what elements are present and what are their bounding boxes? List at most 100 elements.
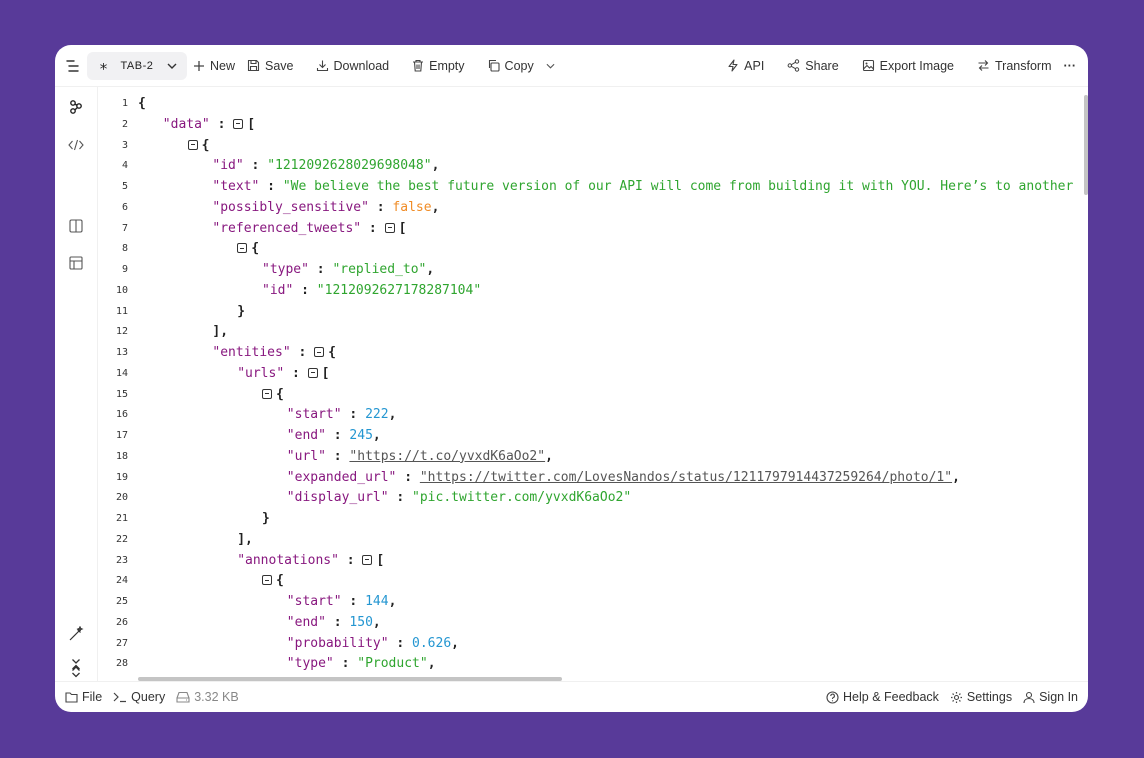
image-icon: [862, 59, 874, 72]
fold-toggle-icon[interactable]: [187, 139, 198, 150]
code-line[interactable]: 22],: [98, 529, 1088, 550]
json-string: "replied_to": [332, 262, 427, 277]
line-number: 9: [121, 264, 128, 275]
json-punctuation: {: [276, 573, 284, 589]
code-content: "type" : "Product",: [287, 653, 436, 674]
format-button[interactable]: [68, 626, 84, 642]
status-bar: File Query 3.32 KB Help & Feedback Setti…: [55, 681, 1088, 712]
code-line[interactable]: 6 "possibly_sensitive" : false,: [98, 197, 1088, 218]
code-content: "text" : "We believe the best future ver…: [212, 176, 1073, 197]
copy-button[interactable]: Copy: [487, 52, 560, 80]
collapse-all-button[interactable]: [68, 657, 84, 673]
code-line[interactable]: 14 "urls" : [: [98, 363, 1088, 384]
json-number: 150: [349, 614, 373, 630]
tab-2[interactable]: ∗ TAB-2: [87, 51, 187, 80]
code-line[interactable]: 7 "referenced_tweets" : [: [98, 218, 1088, 239]
fold-toggle-icon[interactable]: [237, 243, 248, 254]
json-punctuation: :: [325, 614, 350, 630]
export-image-button[interactable]: Export Image: [862, 52, 954, 80]
fold-toggle-icon[interactable]: [314, 347, 325, 357]
json-punctuation: :: [368, 199, 393, 215]
json-url: "https://t.co/yvxdK6aOo2": [349, 448, 546, 464]
json-punctuation: ,: [388, 407, 397, 423]
code-line[interactable]: 19 "expanded_url" : "https://twitter.com/…: [98, 467, 1088, 488]
file-button[interactable]: File: [65, 690, 102, 704]
code-line[interactable]: 12],: [98, 321, 1088, 342]
api-label: API: [744, 58, 765, 73]
settings-button[interactable]: Settings: [950, 690, 1012, 704]
json-editor[interactable]: 1{2 "data" : [3{4 "id" : "1212092628029698…: [98, 87, 1088, 681]
code-line[interactable]: 20 "display_url" : "pic.twitter.com/yvxdK…: [98, 487, 1088, 508]
code-line[interactable]: 15 {: [98, 384, 1088, 405]
terminal-icon: [113, 692, 127, 703]
fold-toggle-icon[interactable]: [307, 367, 318, 378]
code-line[interactable]: 16 "start" : 222,: [98, 404, 1088, 425]
export-label: Export Image: [879, 58, 954, 73]
line-number: 17: [115, 430, 128, 441]
code-line[interactable]: 23 "annotations" : [: [98, 550, 1088, 571]
json-punctuation: ,: [451, 635, 459, 651]
code-line[interactable]: 10 "id" : "1212092627178287104": [98, 280, 1088, 301]
json-punctuation: {: [328, 345, 336, 360]
query-button[interactable]: Query: [113, 690, 165, 704]
help-feedback-button[interactable]: Help & Feedback: [826, 690, 939, 704]
code-line[interactable]: 17 "end" : 245,: [98, 425, 1088, 446]
fold-toggle-icon[interactable]: [362, 554, 373, 565]
line-number: 27: [115, 637, 128, 649]
json-punctuation: :: [338, 552, 363, 568]
more-icon: ···: [1063, 58, 1077, 73]
code-line[interactable]: 24 {: [98, 570, 1088, 591]
code-line[interactable]: 27 "probability" : 0.626,: [98, 633, 1088, 654]
code-line[interactable]: 9 "type" : "replied_to",: [98, 259, 1088, 280]
code-line[interactable]: 28 "type" : "Product",: [98, 653, 1088, 674]
code-line[interactable]: 5 "text" : "We believe the best future ve…: [98, 176, 1088, 197]
more-button[interactable]: ···: [1064, 52, 1077, 80]
sign-in-button[interactable]: Sign In: [1023, 690, 1078, 704]
code-line[interactable]: 2 "data" : [: [98, 114, 1088, 135]
wand-icon: [69, 626, 84, 641]
json-punctuation: {: [276, 386, 284, 402]
fold-toggle-icon[interactable]: [384, 222, 395, 233]
chevron-down-icon[interactable]: [546, 63, 555, 69]
file-size: 3.32 KB: [176, 690, 239, 704]
code-content: }: [237, 301, 245, 322]
tree-view-button[interactable]: [68, 99, 84, 115]
line-number: 16: [115, 409, 128, 421]
transform-icon: [978, 60, 989, 71]
split-view-button[interactable]: [68, 218, 84, 234]
code-line[interactable]: 25 "start" : 144,: [98, 591, 1088, 612]
line-number: 24: [115, 575, 128, 587]
empty-button[interactable]: Empty: [412, 52, 465, 80]
code-line[interactable]: 18 "url" : "https://t.co/yvxdK6aOo2",: [98, 446, 1088, 467]
size-label: 3.32 KB: [194, 690, 239, 704]
code-view-button[interactable]: [68, 137, 84, 153]
code-icon: [68, 139, 84, 151]
json-punctuation: :: [293, 282, 317, 298]
code-line[interactable]: 21}: [98, 508, 1088, 529]
download-button[interactable]: Download: [316, 52, 389, 80]
code-line[interactable]: 13 "entities" : {: [98, 342, 1088, 363]
save-button[interactable]: Save: [247, 52, 294, 80]
code-line[interactable]: 8{: [98, 238, 1088, 259]
code-line[interactable]: 26 "end" : 150,: [98, 612, 1088, 633]
fold-toggle-icon[interactable]: [233, 118, 244, 129]
code-line[interactable]: 11}: [98, 301, 1088, 322]
fold-toggle-icon[interactable]: [262, 388, 272, 399]
json-string: "1212092628029698048": [267, 158, 432, 174]
code-content: ],: [212, 321, 228, 342]
vertical-scrollbar[interactable]: [1084, 95, 1088, 195]
disk-icon: [176, 691, 190, 703]
table-view-button[interactable]: [68, 255, 84, 271]
new-button[interactable]: New: [193, 52, 235, 80]
menu-button[interactable]: [55, 45, 91, 87]
api-button[interactable]: API: [727, 52, 764, 80]
chevron-down-icon[interactable]: [167, 63, 177, 69]
share-button[interactable]: Share: [787, 52, 839, 80]
json-punctuation: ,: [427, 656, 436, 672]
transform-button[interactable]: Transform: [977, 52, 1052, 80]
code-line[interactable]: 1{: [98, 93, 1088, 114]
code-line[interactable]: 3{: [98, 135, 1088, 156]
json-punctuation: :: [333, 656, 358, 672]
code-line[interactable]: 4 "id" : "1212092628029698048",: [98, 155, 1088, 176]
fold-toggle-icon[interactable]: [262, 575, 272, 586]
